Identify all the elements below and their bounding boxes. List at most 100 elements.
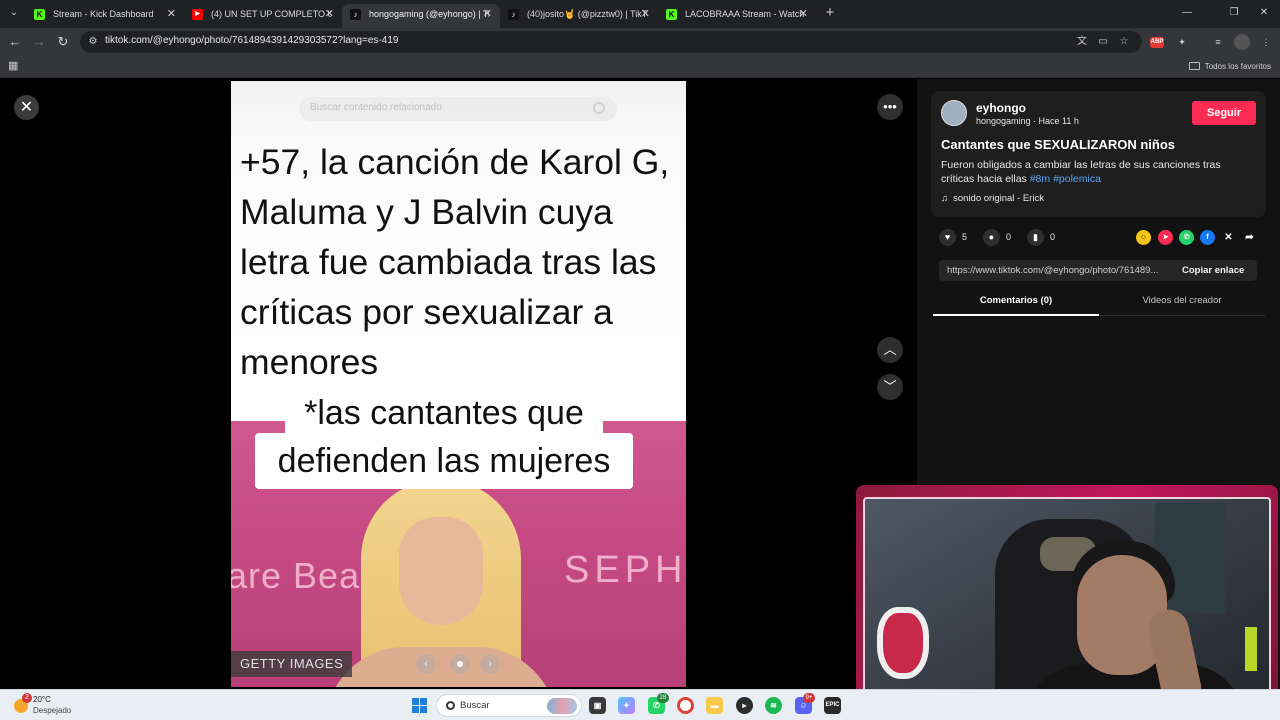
bookmark-star-icon[interactable]: ☆ [1117,35,1131,49]
discord-badge: 9+ [803,693,815,703]
image-caption: *las cantantes que defienden las mujeres [255,389,633,485]
bookmarks-bar: ▦ Todos los favoritos [0,56,1280,78]
profile-avatar-icon[interactable] [1234,34,1250,50]
taskbar-search[interactable]: Buscar [436,694,582,717]
webcam-feed [863,497,1271,711]
search-icon [446,701,455,710]
search-highlight-art [547,698,577,714]
previous-post-chevron-up-icon[interactable]: ︿ [877,337,903,363]
comment-button[interactable]: ● 0 [983,229,1011,246]
hashtag-link[interactable]: #8m [1030,173,1050,185]
tab-title: (40)josito🤘 (@pizztw0) | TikTo [527,9,647,19]
share-send-icon[interactable]: ➤ [1158,230,1173,245]
author-subtitle: hongogaming · Hace 11 h [976,116,1079,126]
close-icon[interactable]: ✕ [167,4,176,24]
chrome-icon[interactable] [677,697,694,714]
restore-icon[interactable]: ❐ [1227,6,1241,20]
tab-youtube[interactable]: ▶ (4) UN SET UP COMPLETO UN ✕ [184,4,342,28]
facebook-icon[interactable]: f [1200,230,1215,245]
carousel-next-button[interactable]: › [480,654,500,674]
tab-comments[interactable]: Comentarios (0) [933,291,1099,316]
tab-bar: ⌄ K Stream - Kick Dashboard ✕ ▶ (4) UN S… [0,0,1280,28]
share-link-url[interactable]: https://www.tiktok.com/@eyhongo/photo/76… [947,265,1169,276]
menu-kebab-icon[interactable]: ⋮ [1258,34,1274,50]
close-icon[interactable]: ✕ [641,4,650,24]
whatsapp-badge: 28 [657,693,669,703]
like-button[interactable]: ♥ 5 [939,229,967,246]
windows-taskbar: 2 20°C Despejado Buscar ▣ ✦ ✆ 28 ▬ ▸ ≋ ☺… [0,689,1280,720]
forward-arrow-icon[interactable]: → [31,34,47,50]
more-options-icon[interactable]: ••• [877,94,903,120]
author-avatar[interactable] [941,100,967,126]
weather-temperature: 20°C [33,695,51,704]
tab-kick-lacobraaa[interactable]: K LACOBRAAA Stream - Watch Li ✕ [658,4,816,28]
reload-icon[interactable]: ↻ [55,34,71,50]
tab-tiktok-hongogaming[interactable]: ♪ hongogaming (@eyhongo) | Ti ✕ [342,4,500,28]
copy-link-button[interactable]: Copiar enlace [1182,265,1244,276]
post-title: Cantantes que SEXUALIZARON niños [941,137,1176,152]
back-arrow-icon[interactable]: ← [7,34,23,50]
save-count: 0 [1050,232,1056,242]
apps-grid-icon[interactable]: ▦ [8,60,20,72]
translate-icon[interactable]: 文 [1075,35,1089,49]
backdrop-text-left: are Beau [231,555,382,596]
url-text[interactable]: tiktok.com/@eyhongo/photo/76148943914293… [105,35,398,46]
x-twitter-icon[interactable]: ✕ [1221,230,1236,245]
carousel-dot-indicator[interactable] [450,654,470,674]
tiktok-icon: ♪ [508,9,519,20]
share-arrow-icon[interactable]: ➦ [1242,230,1257,245]
all-bookmarks-folder[interactable]: Todos los favoritos [1188,60,1271,73]
youtube-icon: ▶ [192,9,203,20]
like-count: 5 [962,232,968,242]
photo-post-image[interactable]: Buscar contenido relacionado +57, la can… [231,81,686,687]
tab-creator-videos[interactable]: Videos del creador [1099,291,1265,316]
author-card: eyhongo hongogaming · Hace 11 h Seguir C… [931,91,1266,217]
tab-kick-dashboard[interactable]: K Stream - Kick Dashboard ✕ [26,4,184,28]
close-viewer-button[interactable]: ✕ [14,95,39,120]
wrestling-mask [877,607,929,679]
epic-games-icon[interactable]: EPIC [824,697,841,714]
copilot-icon[interactable]: ✦ [618,697,635,714]
minimize-icon[interactable]: — [1180,6,1194,20]
author-name[interactable]: eyhongo [976,101,1026,115]
whatsapp-icon[interactable]: ✆ [1179,230,1194,245]
close-icon[interactable]: ✕ [799,4,808,24]
hashtag-link[interactable]: #polemica [1053,173,1101,185]
file-explorer-icon[interactable]: ▬ [706,697,723,714]
task-view-icon[interactable]: ▣ [589,697,606,714]
share-embed-icon[interactable]: ☺ [1136,230,1151,245]
kick-icon: K [34,9,45,20]
search-icon[interactable] [593,102,605,114]
cast-icon[interactable]: ▭ [1096,35,1110,49]
tab-search-chevron-icon[interactable]: ⌄ [6,5,22,21]
comment-bubble-icon: ● [983,229,1000,246]
backdrop-text-right: SEPH [564,549,686,591]
address-bar[interactable]: ⚙ tiktok.com/@eyhongo/photo/761489439142… [80,31,1142,53]
close-icon[interactable]: ✕ [325,4,334,24]
tab-tiktok-josito[interactable]: ♪ (40)josito🤘 (@pizztw0) | TikTo ✕ [500,4,658,28]
save-button[interactable]: ▮ 0 [1027,229,1055,246]
sound-link[interactable]: ♫ sonido original - Erick [941,193,1044,204]
window-close-icon[interactable]: ✕ [1257,6,1271,20]
tab-title: LACOBRAAA Stream - Watch Li [685,9,805,19]
music-note-icon: ♫ [941,193,949,204]
media-controls-icon[interactable]: ≡ [1210,34,1226,50]
site-info-icon[interactable]: ⚙ [86,35,100,49]
extensions-puzzle-icon[interactable]: ✦ [1174,34,1190,50]
tab-title: Stream - Kick Dashboard [53,9,154,19]
spotify-icon[interactable]: ≋ [765,697,782,714]
adblock-icon[interactable]: ABP [1150,37,1164,48]
close-icon[interactable]: ✕ [483,4,492,24]
browser-toolbar: ← → ↻ ⚙ tiktok.com/@eyhongo/photo/761489… [0,28,1280,56]
carousel-prev-button[interactable]: ‹ [416,654,436,674]
singer-figure [325,479,557,687]
media-app-icon[interactable]: ▸ [736,697,753,714]
share-link-box: https://www.tiktok.com/@eyhongo/photo/76… [939,260,1257,281]
caption-line: defienden las mujeres [277,442,611,480]
new-tab-button[interactable]: + [822,5,838,21]
folder-label: Todos los favoritos [1204,62,1271,71]
related-search-bar[interactable]: Buscar contenido relacionado [299,97,617,121]
windows-start-icon[interactable] [412,698,427,713]
follow-button[interactable]: Seguir [1192,101,1256,125]
next-post-chevron-down-icon[interactable]: ﹀ [877,374,903,400]
